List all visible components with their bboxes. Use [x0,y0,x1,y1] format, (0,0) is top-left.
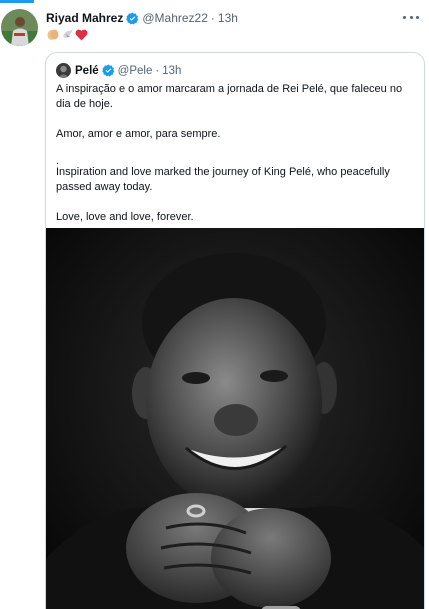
red-heart-icon [75,29,88,40]
tweet-card[interactable]: Riyad Mahrez @Mahrez22 · 13h Pelé @Pele … [0,0,429,609]
tweet-timestamp[interactable]: 13h [218,11,238,25]
clapping-hands-icon [47,29,59,40]
more-options-icon[interactable] [403,10,419,24]
quoted-timestamp[interactable]: 13h [162,65,181,77]
quoted-tweet[interactable]: Pelé @Pele · 13h A inspiração e o amor m… [45,52,425,609]
quoted-text-en: Inspiration and love marked the journey … [56,166,390,193]
tweet-emoji-text [46,28,88,41]
quoted-author-name[interactable]: Pelé [75,65,99,77]
quoted-verified-badge-icon [101,64,114,77]
dove-icon [63,29,73,38]
verified-badge-icon [126,12,139,24]
quoted-tweet-photo[interactable] [46,228,424,609]
author-avatar[interactable] [1,9,38,46]
quoted-separator-dot: · [155,64,160,77]
quoted-text-pt-2: Amor, amor e amor, para sempre. [56,128,221,140]
quoted-author-handle[interactable]: @Pele [118,65,153,77]
author-name[interactable]: Riyad Mahrez [46,11,123,25]
quoted-author-avatar[interactable] [56,63,71,78]
quoted-text-en-2: Love, love and love, forever. [56,211,194,223]
quoted-tweet-header: Pelé @Pele · 13h [56,63,181,78]
author-handle[interactable]: @Mahrez22 [142,11,208,25]
separator-dot: · [210,11,215,25]
quoted-tweet-text: A inspiração e o amor marcaram a jornada… [56,82,416,225]
quoted-text-pt: A inspiração e o amor marcaram a jornada… [56,83,403,110]
tweet-header: Riyad Mahrez @Mahrez22 · 13h [46,11,238,25]
quoted-text-dot: . [56,155,60,167]
